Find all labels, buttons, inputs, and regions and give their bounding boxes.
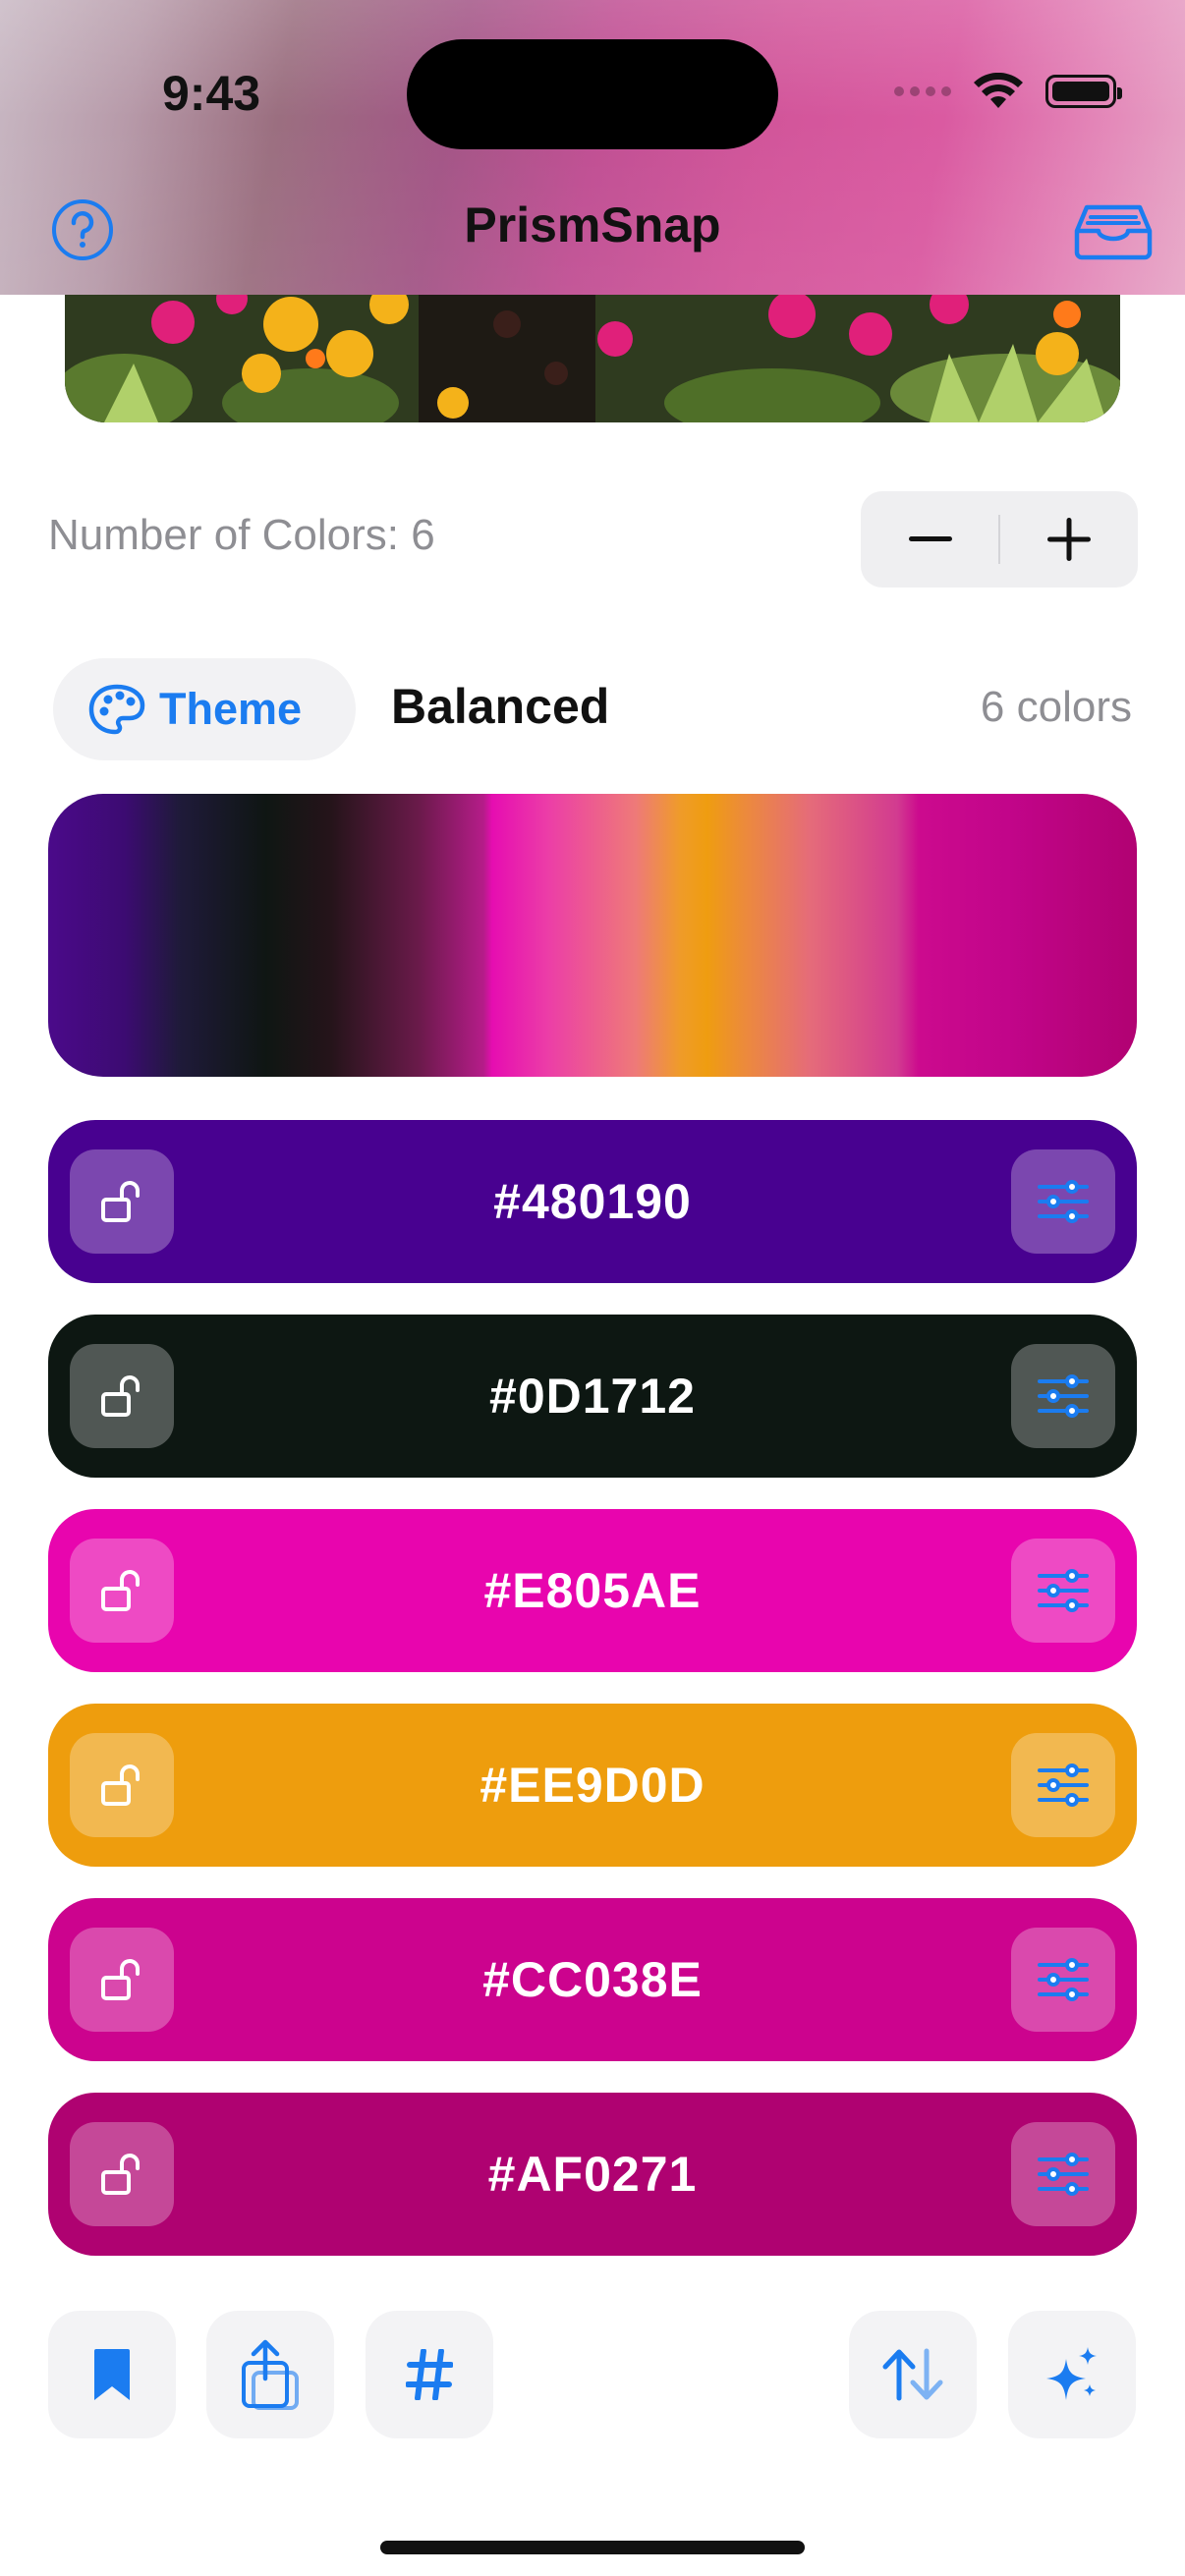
color-swatch-row[interactable]: #E805AE [48,1509,1137,1672]
unlock-icon [101,1181,140,1222]
palette-gradient-preview [48,794,1137,1077]
color-swatch-row[interactable]: #0D1712 [48,1315,1137,1478]
unlock-icon [101,1764,140,1806]
minus-icon [908,536,952,541]
signal-icon [894,86,951,96]
color-swatch-row[interactable]: #480190 [48,1120,1137,1283]
unlock-icon [101,1375,140,1417]
sliders-icon [1038,2153,1089,2196]
swatch-hex-label[interactable]: #0D1712 [48,1315,1137,1478]
swatch-lock-button[interactable] [70,1928,174,2032]
sliders-icon [1038,1958,1089,2001]
sliders-icon [1038,1764,1089,1807]
swatch-adjust-button[interactable] [1011,1344,1115,1448]
colors-count-badge: 6 colors [980,683,1132,731]
unlock-icon [101,1959,140,2000]
sliders-icon [1038,1374,1089,1418]
home-indicator [380,2541,805,2554]
swatch-hex-label[interactable]: #EE9D0D [48,1704,1137,1867]
share-button[interactable] [206,2311,334,2438]
hex-code-button[interactable] [366,2311,493,2438]
hashtag-icon [406,2349,453,2400]
status-time: 9:43 [162,66,261,121]
colors-count-label: Number of Colors: 6 [48,511,435,559]
color-swatch-row[interactable]: #AF0271 [48,2093,1137,2256]
color-swatch-row[interactable]: #EE9D0D [48,1704,1137,1867]
bookmark-button[interactable] [48,2311,176,2438]
color-swatch-row[interactable]: #CC038E [48,1898,1137,2061]
swatch-lock-button[interactable] [70,1149,174,1254]
swatch-hex-label[interactable]: #E805AE [48,1509,1137,1672]
share-icon [242,2339,299,2410]
swatch-lock-button[interactable] [70,1539,174,1643]
battery-icon [1045,75,1122,108]
inbox-icon[interactable] [1073,201,1154,260]
sort-icon [882,2348,943,2401]
wifi-icon [974,73,1023,108]
source-photo[interactable] [65,285,1120,422]
swatch-lock-button[interactable] [70,2122,174,2226]
palette-icon [88,684,145,735]
status-icons [894,73,1122,110]
dynamic-island [407,39,778,149]
colors-stepper[interactable] [861,491,1138,588]
swatch-lock-button[interactable] [70,1344,174,1448]
sparkles-icon [1046,2347,1097,2400]
sliders-icon [1038,1569,1089,1612]
unlock-icon [101,2154,140,2195]
generate-button[interactable] [1008,2311,1136,2438]
page-title: PrismSnap [464,197,721,252]
plus-icon [1046,518,1091,561]
swatch-hex-label[interactable]: #AF0271 [48,2093,1137,2256]
swatch-adjust-button[interactable] [1011,1149,1115,1254]
unlock-icon [101,1570,140,1611]
swatch-adjust-button[interactable] [1011,1733,1115,1837]
bookmark-icon [94,2349,130,2400]
swatch-lock-button[interactable] [70,1733,174,1837]
swatch-hex-label[interactable]: #CC038E [48,1898,1137,2061]
increment-button[interactable] [999,491,1138,588]
swatch-adjust-button[interactable] [1011,2122,1115,2226]
theme-button[interactable]: Theme [53,658,356,760]
sort-button[interactable] [849,2311,977,2438]
sliders-icon [1038,1180,1089,1223]
swatch-adjust-button[interactable] [1011,1539,1115,1643]
swatch-adjust-button[interactable] [1011,1928,1115,2032]
theme-name: Balanced [391,679,610,734]
theme-button-label: Theme [159,684,303,734]
decrement-button[interactable] [861,491,999,588]
swatch-hex-label[interactable]: #480190 [48,1120,1137,1283]
